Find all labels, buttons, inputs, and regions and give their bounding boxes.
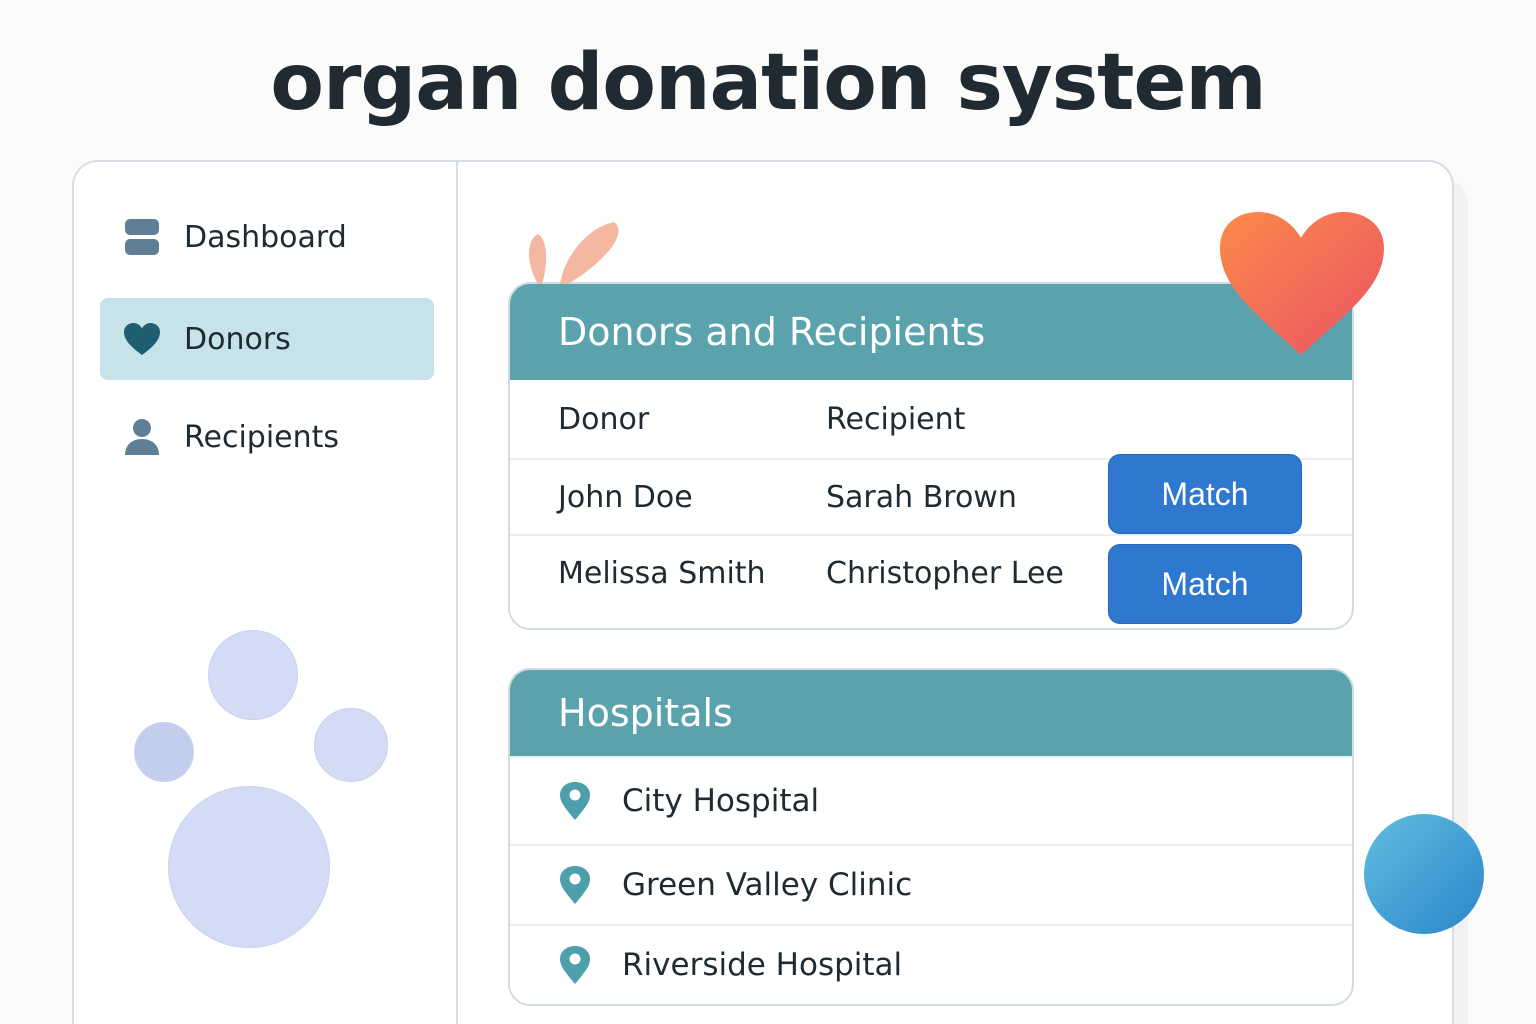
sidebar-item-label: Donors bbox=[184, 321, 291, 357]
app-title: organ donation system bbox=[270, 38, 1266, 128]
decorative-orb bbox=[1364, 814, 1484, 934]
column-header-donor: Donor bbox=[558, 401, 650, 437]
hospitals-card: Hospitals City Hospital Green Valley Cli… bbox=[508, 668, 1354, 1006]
column-header-recipient: Recipient bbox=[826, 401, 966, 437]
table-row: John Doe Sarah Brown Match bbox=[510, 454, 1352, 534]
hospital-name: Green Valley Clinic bbox=[622, 867, 913, 903]
location-pin-icon bbox=[560, 946, 590, 984]
dashboard-icon bbox=[122, 217, 162, 257]
list-item[interactable]: City Hospital bbox=[510, 756, 1352, 844]
sidebar-item-dashboard[interactable]: Dashboard bbox=[100, 196, 434, 278]
recipient-name: Sarah Brown bbox=[826, 479, 1017, 515]
decorative-circle bbox=[168, 786, 330, 948]
recipient-name: Christopher Lee bbox=[826, 555, 1064, 591]
match-button[interactable]: Match bbox=[1108, 454, 1302, 534]
sidebar-item-recipients[interactable]: Recipients bbox=[100, 396, 434, 478]
list-item[interactable]: Riverside Hospital bbox=[510, 924, 1352, 1004]
hospital-name: City Hospital bbox=[622, 783, 820, 819]
sidebar: Dashboard Donors Recipients bbox=[74, 162, 458, 1024]
person-icon bbox=[122, 417, 162, 457]
decorative-circle bbox=[314, 708, 388, 782]
location-pin-icon bbox=[560, 782, 590, 820]
hospital-name: Riverside Hospital bbox=[622, 947, 903, 983]
heart-icon bbox=[1220, 212, 1384, 355]
card-title: Hospitals bbox=[510, 670, 1352, 756]
sidebar-item-label: Recipients bbox=[184, 419, 340, 455]
match-button[interactable]: Match bbox=[1108, 544, 1302, 624]
list-item[interactable]: Green Valley Clinic bbox=[510, 844, 1352, 924]
sidebar-item-label: Dashboard bbox=[184, 219, 347, 255]
donor-name: John Doe bbox=[558, 479, 693, 515]
table-row: Melissa Smith Christopher Lee Match bbox=[510, 534, 1352, 624]
donor-name: Melissa Smith bbox=[558, 555, 766, 591]
location-pin-icon bbox=[560, 866, 590, 904]
heart-icon bbox=[122, 319, 162, 359]
sidebar-item-donors[interactable]: Donors bbox=[100, 298, 434, 380]
leaf-icon bbox=[529, 222, 619, 284]
decorative-circle bbox=[208, 630, 298, 720]
decorative-circle bbox=[134, 722, 194, 782]
table-header-row: Donor Recipient bbox=[510, 380, 1352, 458]
